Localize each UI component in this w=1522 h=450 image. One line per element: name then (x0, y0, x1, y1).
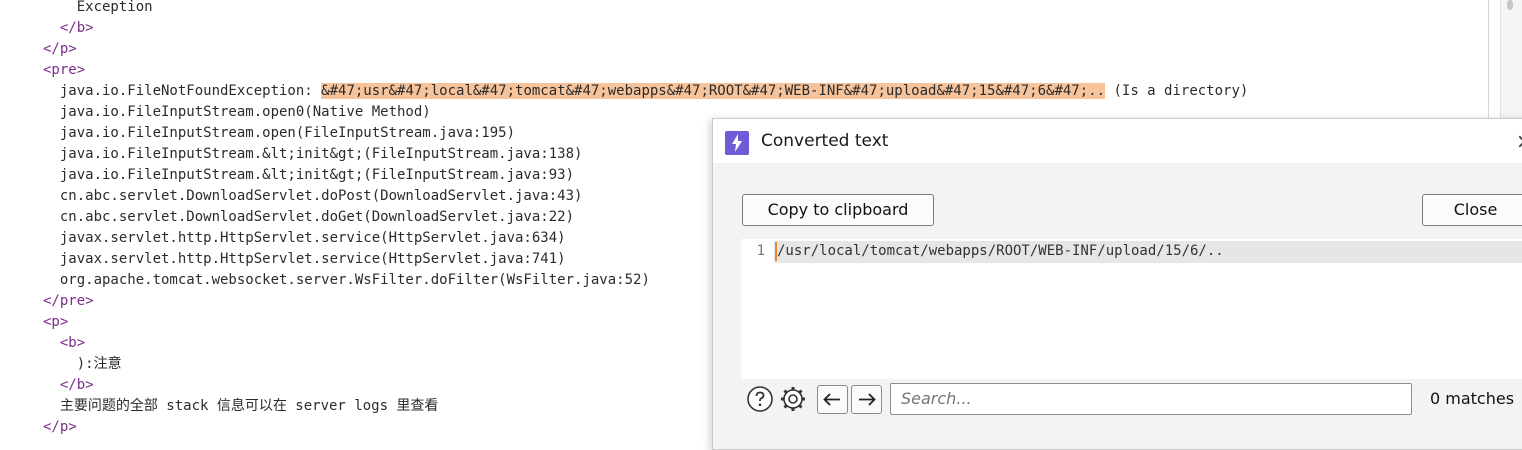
code-line: java.io.FileInputStream.&lt;init&gt;(Fil… (43, 165, 574, 186)
search-input[interactable] (891, 384, 1401, 412)
html-tag: <p> (43, 314, 69, 330)
code-line: cn.abc.servlet.DownloadServlet.doGet(Dow… (43, 207, 574, 228)
converted-text-dialog: Converted text × Copy to clipboard Close… (712, 118, 1522, 450)
html-tag: </pre> (43, 293, 94, 309)
code-line: javax.servlet.http.HttpServlet.service(H… (43, 228, 566, 249)
code-line: </b> (43, 18, 94, 39)
code-line: <pre> (43, 60, 85, 81)
dialog-titlebar: Converted text × (713, 119, 1522, 163)
copy-to-clipboard-button[interactable]: Copy to clipboard (742, 194, 934, 226)
code-line-text: Exception (43, 0, 153, 15)
code-line: </p> (43, 417, 77, 438)
code-line-text: java.io.FileNotFoundException: (43, 83, 322, 99)
code-line-text: java.io.FileInputStream.open0(Native Met… (43, 104, 431, 120)
previous-match-button[interactable] (817, 385, 848, 414)
code-line: Exception (43, 0, 153, 18)
scrollbar-thumb[interactable] (1507, 0, 1513, 10)
code-line-text: javax.servlet.http.HttpServlet.service(H… (43, 230, 566, 246)
line-number: 1 (756, 243, 765, 259)
html-tag: </p> (43, 41, 77, 57)
code-line: </p> (43, 39, 77, 60)
code-line-text: java.io.FileInputStream.&lt;init&gt;(Fil… (43, 146, 583, 162)
code-line-text: 主要问题的全部 stack 信息可以在 server logs 里查看 (43, 398, 439, 414)
line-gutter: 1 (741, 239, 773, 379)
arrow-right-icon (859, 393, 876, 406)
margin-guide (1488, 0, 1489, 120)
search-highlight[interactable]: &#47;usr&#47;local&#47;tomcat&#47;webapp… (321, 83, 1106, 99)
code-line: 主要问题的全部 stack 信息可以在 server logs 里查看 (43, 396, 439, 417)
html-tag: </b> (43, 377, 94, 393)
converted-text-editor[interactable]: 1 /usr/local/tomcat/webapps/ROOT/WEB-INF… (741, 239, 1522, 379)
next-match-button[interactable] (851, 385, 882, 414)
text-cursor (775, 242, 777, 261)
help-icon[interactable] (746, 385, 774, 413)
code-line: <b> (43, 333, 85, 354)
html-tag: </p> (43, 419, 77, 435)
code-line-text: cn.abc.servlet.DownloadServlet.doPost(Do… (43, 188, 583, 204)
code-line-text: javax.servlet.http.HttpServlet.service(H… (43, 251, 566, 267)
code-line-text: org.apache.tomcat.websocket.server.WsFil… (43, 272, 650, 288)
code-line-text: java.io.FileInputStream.open(FileInputSt… (43, 125, 516, 141)
code-line-text: java.io.FileInputStream.&lt;init&gt;(Fil… (43, 167, 575, 183)
arrow-left-icon (823, 393, 840, 406)
code-line: java.io.FileInputStream.&lt;init&gt;(Fil… (43, 144, 583, 165)
code-line: </b> (43, 375, 94, 396)
html-tag: <b> (43, 335, 86, 351)
match-count: 0 matches (1430, 389, 1515, 408)
gear-icon[interactable] (779, 385, 807, 413)
converted-text[interactable]: /usr/local/tomcat/webapps/ROOT/WEB-INF/u… (777, 243, 1224, 259)
code-line: cn.abc.servlet.DownloadServlet.doPost(Do… (43, 186, 583, 207)
html-tag: </b> (43, 20, 94, 36)
code-line-text: ):注意 (43, 356, 122, 372)
code-line: java.io.FileNotFoundException: &#47;usr&… (43, 81, 1248, 102)
code-line: <p> (43, 312, 68, 333)
close-icon[interactable]: × (1516, 129, 1522, 153)
code-line: java.io.FileInputStream.open0(Native Met… (43, 102, 431, 123)
search-field[interactable] (890, 383, 1412, 415)
code-line: java.io.FileInputStream.open(FileInputSt… (43, 123, 515, 144)
code-line-text: cn.abc.servlet.DownloadServlet.doGet(Dow… (43, 209, 575, 225)
bolt-icon (725, 131, 749, 155)
code-line: ):注意 (43, 354, 122, 375)
dialog-title: Converted text (761, 131, 889, 151)
close-button[interactable]: Close (1422, 194, 1522, 226)
code-line-text: (Is a directory) (1105, 83, 1249, 99)
html-tag: <pre> (43, 62, 86, 78)
code-line: </pre> (43, 291, 94, 312)
code-line: javax.servlet.http.HttpServlet.service(H… (43, 249, 566, 270)
code-line: org.apache.tomcat.websocket.server.WsFil… (43, 270, 650, 291)
